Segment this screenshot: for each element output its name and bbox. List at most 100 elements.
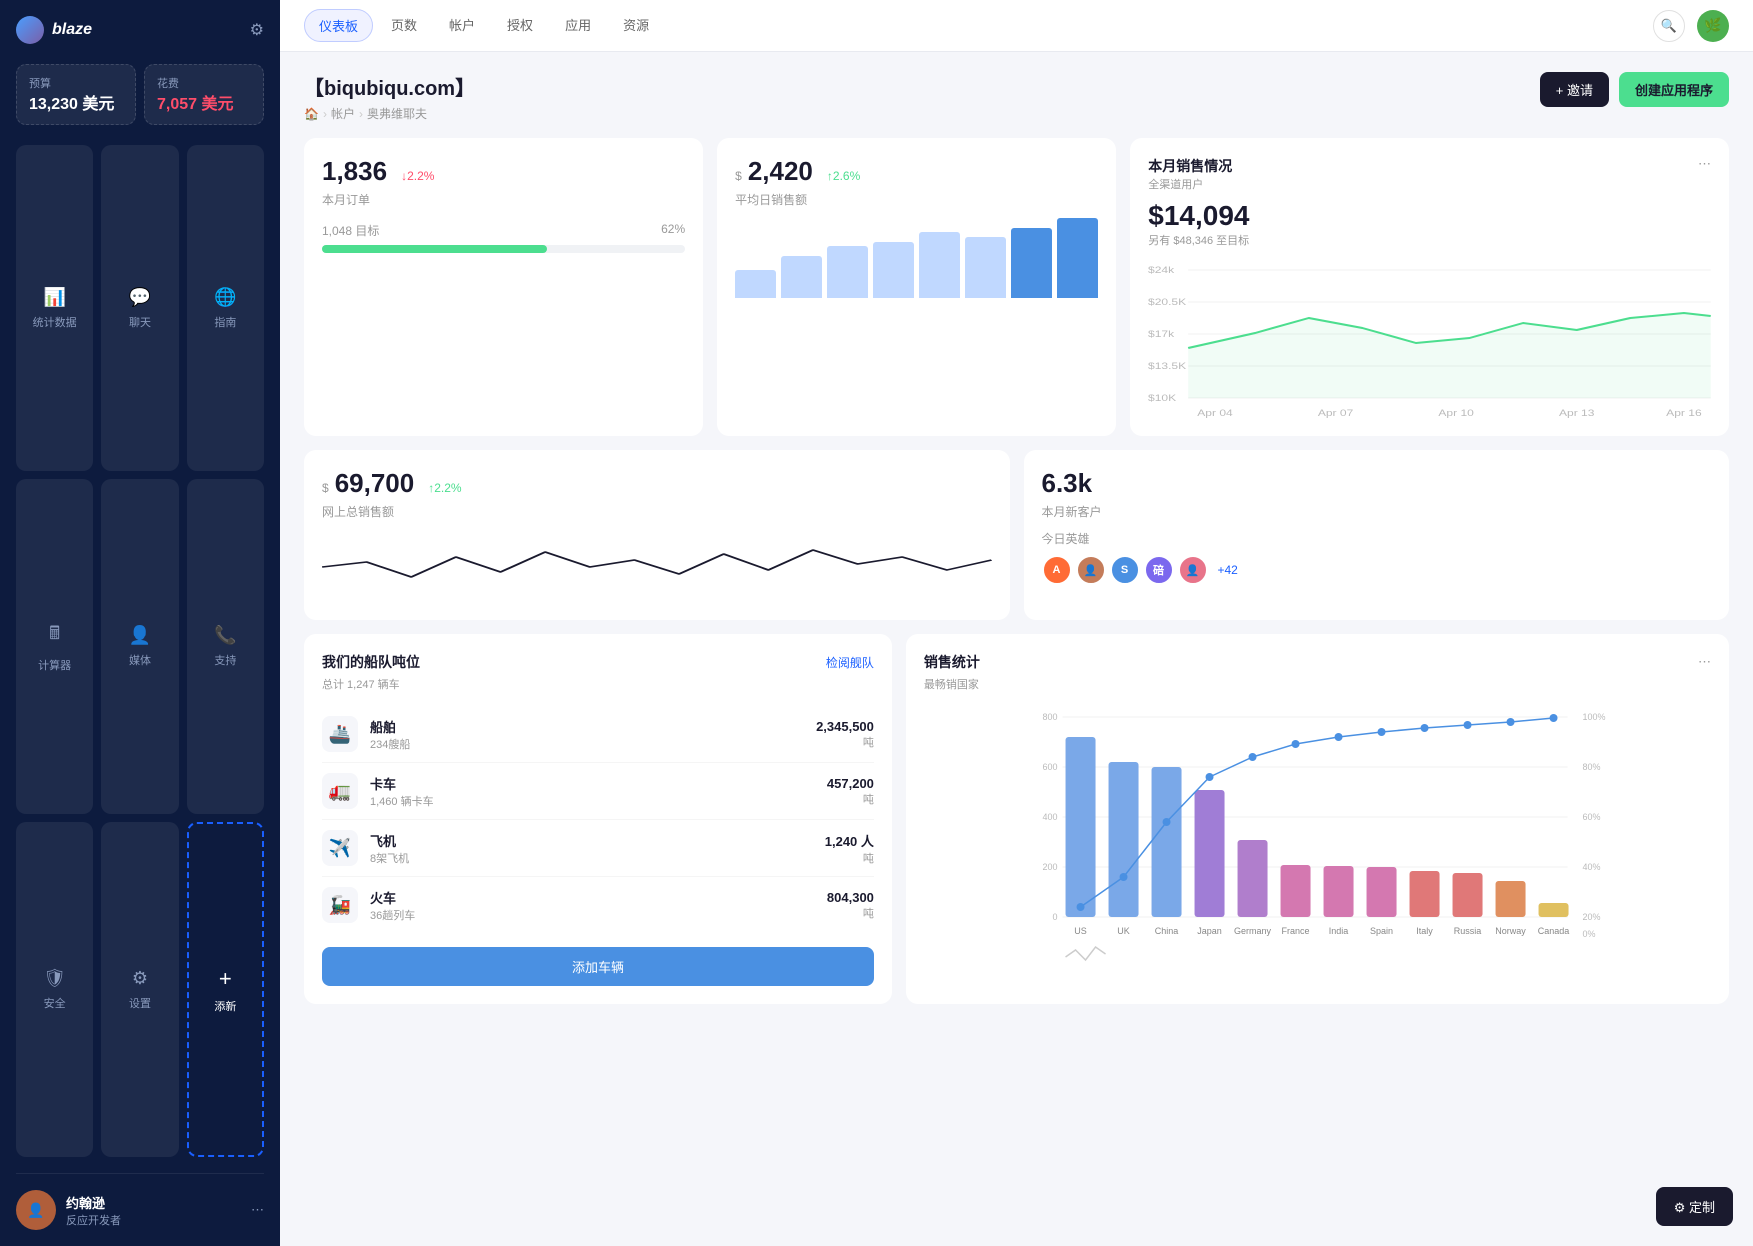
orders-card: 1,836 ↓2.2% 本月订单 1,048 目标 62% <box>304 138 703 436</box>
svg-text:$13.5K: $13.5K <box>1148 361 1186 371</box>
total-sales-value: 69,700 <box>335 468 415 499</box>
tab-auth[interactable]: 授权 <box>493 9 547 42</box>
tab-accounts[interactable]: 帐户 <box>435 9 489 42</box>
invite-button[interactable]: + 邀请 <box>1540 72 1609 107</box>
sidebar-item-stats[interactable]: 📊 统计数据 <box>16 145 93 471</box>
sidebar-footer: 👤 约翰逊 反应开发者 ⋯ <box>16 1173 264 1230</box>
bar-4 <box>873 242 914 298</box>
total-sales-card: $ 69,700 ↑2.2% 网上总销售额 <box>304 450 1010 620</box>
user-avatar: 👤 <box>16 1190 56 1230</box>
svg-text:Italy: Italy <box>1416 926 1433 936</box>
chat-label: 聊天 <box>129 314 151 330</box>
new-customers-row: 6.3k <box>1042 468 1712 499</box>
sales-stats-more[interactable]: ⋯ <box>1698 654 1711 670</box>
customize-button[interactable]: ⚙ 定制 <box>1656 1187 1733 1226</box>
train-info: 火车 36趟列车 <box>370 888 815 923</box>
topnav-tabs: 仪表板 页数 帐户 授权 应用 资源 <box>304 9 663 42</box>
avg-sales-prefix: $ <box>735 169 742 183</box>
orders-bar-bg <box>322 245 685 253</box>
orders-bar-label: 1,048 目标 62% <box>322 222 685 239</box>
sales-stats-header: 销售统计 ⋯ <box>924 652 1711 672</box>
sidebar-item-settings[interactable]: ⚙ 设置 <box>101 822 178 1157</box>
monthly-sales-title-area: 本月销售情况 全渠道用户 <box>1148 156 1232 192</box>
fleet-subtitle: 总计 1,247 辆车 <box>322 676 874 692</box>
avg-sales-value: 2,420 <box>748 156 813 187</box>
logo-icon <box>16 16 44 44</box>
fleet-item-train: 🚂 火车 36趟列车 804,300 吨 <box>322 877 874 933</box>
breadcrumb-current: 奥弗维耶夫 <box>367 105 427 122</box>
page-header: 【biqubiqu.com】 🏠 › 帐户 › 奥弗维耶夫 + 邀请 创建应用程… <box>304 72 1729 122</box>
sidebar-item-support[interactable]: 📞 支持 <box>187 479 264 814</box>
more-icon[interactable]: ⋯ <box>251 1202 264 1218</box>
train-value: 804,300 吨 <box>827 890 874 921</box>
sidebar-item-media[interactable]: 👤 媒体 <box>101 479 178 814</box>
sidebar-item-security[interactable]: 🛡 安全 <box>16 822 93 1157</box>
svg-text:0%: 0% <box>1582 929 1595 939</box>
monthly-sales-more[interactable]: ⋯ <box>1698 156 1711 172</box>
calc-icon: 🖩 <box>49 621 60 651</box>
bar-spain <box>1366 867 1396 917</box>
tab-dashboard[interactable]: 仪表板 <box>304 9 373 42</box>
bar-6 <box>965 237 1006 298</box>
sidebar-item-add[interactable]: + 添新 <box>187 822 264 1157</box>
bar-8 <box>1057 218 1098 298</box>
hero-avatar-4: 碚 <box>1144 555 1174 585</box>
sidebar-settings-icon[interactable]: ⚙ <box>250 20 264 40</box>
orders-bar-fill <box>322 245 547 253</box>
search-button[interactable]: 🔍 <box>1653 10 1685 42</box>
truck-value: 457,200 吨 <box>827 776 874 807</box>
monthly-sales-header: 本月销售情况 全渠道用户 ⋯ <box>1148 156 1711 192</box>
add-vehicle-button[interactable]: 添加车辆 <box>322 947 874 986</box>
train-amount: 804,300 <box>827 890 874 905</box>
user-role: 反应开发者 <box>66 1212 121 1228</box>
total-sales-prefix: $ <box>322 481 329 495</box>
svg-text:Russia: Russia <box>1454 926 1482 936</box>
tab-apps[interactable]: 应用 <box>551 9 605 42</box>
stats-icon: 📊 <box>43 287 65 308</box>
create-app-button[interactable]: 创建应用程序 <box>1619 72 1729 107</box>
svg-text:Germany: Germany <box>1234 926 1272 936</box>
plane-info: 飞机 8架飞机 <box>370 831 813 866</box>
security-icon: 🛡 <box>43 968 66 989</box>
tab-pages[interactable]: 页数 <box>377 9 431 42</box>
sidebar-item-guide[interactable]: 🌐 指南 <box>187 145 264 471</box>
breadcrumb: 🏠 › 帐户 › 奥弗维耶夫 <box>304 105 475 122</box>
guide-icon: 🌐 <box>214 287 236 308</box>
svg-text:400: 400 <box>1042 812 1057 822</box>
hero-avatar-2: 👤 <box>1076 555 1106 585</box>
user-avatar-top[interactable]: 🌿 <box>1697 10 1729 42</box>
bar-germany <box>1237 840 1267 917</box>
svg-text:60%: 60% <box>1582 812 1600 822</box>
expense-card: 花费 7,057 美元 <box>144 64 264 125</box>
fleet-item-plane: ✈️ 飞机 8架飞机 1,240 人 吨 <box>322 820 874 877</box>
support-icon: 📞 <box>214 625 236 646</box>
monthly-sales-value: $14,094 <box>1148 200 1711 232</box>
bar-us <box>1065 737 1095 917</box>
sidebar-item-chat[interactable]: 💬 聊天 <box>101 145 178 471</box>
total-sales-label: 网上总销售额 <box>322 503 992 520</box>
fleet-card: 我们的船队吨位 检阅舰队 总计 1,247 辆车 🚢 船舶 234艘船 2,34… <box>304 634 892 1004</box>
add-label: 添新 <box>214 998 236 1014</box>
tab-resources[interactable]: 资源 <box>609 9 663 42</box>
monthly-sales-subtitle: 全渠道用户 <box>1148 176 1232 192</box>
svg-text:20%: 20% <box>1582 912 1600 922</box>
svg-text:0: 0 <box>1052 912 1057 922</box>
svg-text:Japan: Japan <box>1197 926 1222 936</box>
heroes-label: 今日英雄 <box>1042 530 1712 547</box>
page-content: 【biqubiqu.com】 🏠 › 帐户 › 奥弗维耶夫 + 邀请 创建应用程… <box>280 52 1753 1246</box>
monthly-sales-target: 另有 $48,346 至目标 <box>1148 232 1711 248</box>
hero-avatar-1: A <box>1042 555 1072 585</box>
main-content: 仪表板 页数 帐户 授权 应用 资源 🔍 🌿 【biqubiqu.com】 🏠 … <box>280 0 1753 1246</box>
mini-bar-chart <box>735 218 1098 298</box>
guide-label: 指南 <box>214 314 236 330</box>
svg-text:600: 600 <box>1042 762 1057 772</box>
sidebar-item-calc[interactable]: 🖩 计算器 <box>16 479 93 814</box>
heroes-avatars: A 👤 S 碚 👤 +42 <box>1042 555 1712 585</box>
bar-japan <box>1194 790 1224 917</box>
svg-text:40%: 40% <box>1582 862 1600 872</box>
fleet-link[interactable]: 检阅舰队 <box>826 654 874 671</box>
breadcrumb-accounts: 帐户 <box>331 105 355 122</box>
svg-text:800: 800 <box>1042 712 1057 722</box>
bar-3 <box>827 246 868 298</box>
avg-sales-card: $ 2,420 ↑2.6% 平均日销售额 <box>717 138 1116 436</box>
